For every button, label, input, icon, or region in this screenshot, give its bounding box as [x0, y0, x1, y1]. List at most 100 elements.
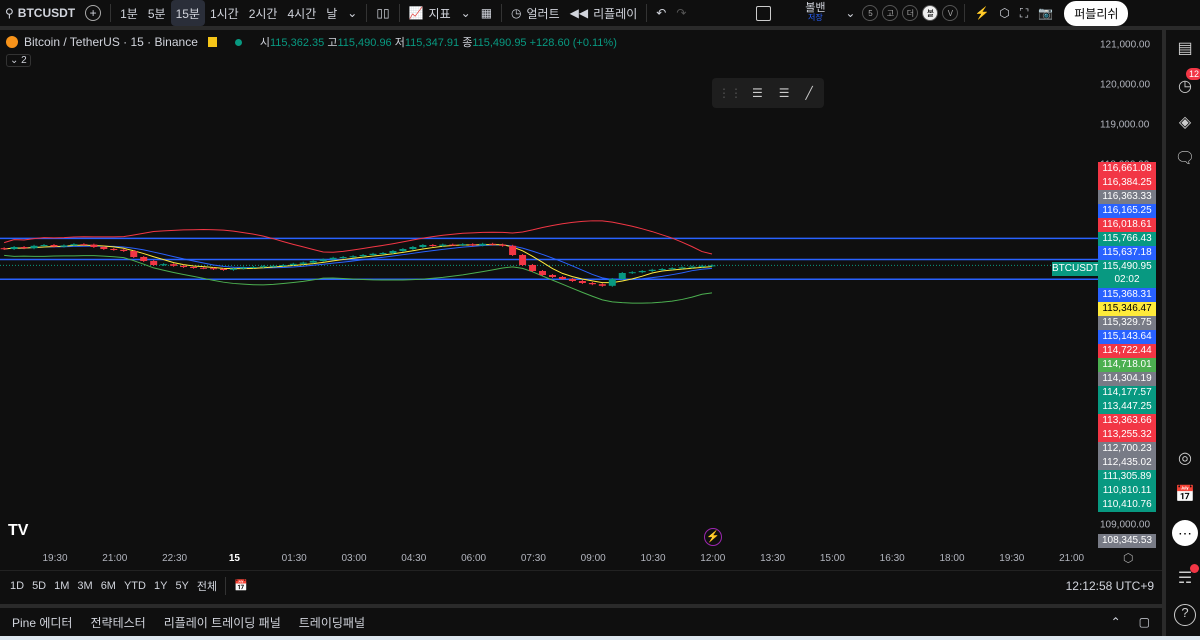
- tab-strategy-tester[interactable]: 전략테스터: [84, 609, 157, 635]
- clock[interactable]: 12:12:58 UTC+9: [1066, 579, 1154, 593]
- candle-body: [519, 255, 527, 265]
- interval-day[interactable]: 날: [321, 0, 342, 26]
- range-6m[interactable]: 6M: [97, 573, 120, 599]
- interval-15m[interactable]: 15분: [170, 0, 205, 26]
- lightning-icon[interactable]: ⚡: [704, 528, 722, 546]
- drag-handle-icon[interactable]: ⋮⋮: [718, 86, 742, 100]
- tab-pine-editor[interactable]: Pine 에디터: [6, 609, 84, 635]
- candle-body: [80, 244, 88, 246]
- lightning-search-icon: ⚡: [974, 6, 990, 20]
- time-tick: 19:30: [42, 553, 68, 564]
- indicators-button[interactable]: 📈 지표: [404, 0, 456, 26]
- last-price-badge: 108,345.53: [1098, 534, 1156, 548]
- range-1y[interactable]: 1Y: [150, 573, 171, 599]
- price-badge: 115,329.75: [1098, 316, 1156, 330]
- range-ytd[interactable]: YTD: [120, 573, 150, 599]
- candle-body: [289, 263, 297, 265]
- settings-button[interactable]: ⬡: [994, 0, 1014, 26]
- symbol-search[interactable]: ⚲ BTCUSDT: [0, 0, 80, 26]
- time-tick: 07:30: [520, 553, 546, 564]
- fib-tool-icon[interactable]: ☰: [752, 86, 763, 100]
- time-tick: 21:00: [1059, 553, 1085, 564]
- snapshot-button[interactable]: 📷: [1033, 0, 1058, 26]
- layout-button[interactable]: [751, 0, 776, 26]
- maximize-panel-button[interactable]: ▢: [1133, 609, 1162, 635]
- price-tick: 120,000.00: [1100, 79, 1151, 91]
- quick-v[interactable]: V: [942, 5, 959, 21]
- quick-5[interactable]: 5: [862, 5, 879, 21]
- layout-name[interactable]: 볼밴 저장: [790, 0, 840, 26]
- candle-body: [50, 245, 58, 247]
- redo-button[interactable]: ↷: [671, 0, 691, 26]
- quick-bol[interactable]: 볼: [922, 5, 939, 21]
- fib-tool-2-icon[interactable]: ☰: [779, 86, 790, 100]
- candle-body: [598, 284, 606, 286]
- alerts-count-badge: 12: [1186, 68, 1200, 80]
- candle-body: [210, 268, 217, 270]
- candle-body: [698, 265, 706, 267]
- candle-body: [688, 266, 696, 268]
- time-tick: 15: [228, 553, 240, 564]
- alarm-icon: ◷: [511, 6, 522, 20]
- range-all[interactable]: 전체: [193, 573, 221, 599]
- interval-2h[interactable]: 2시간: [244, 0, 283, 26]
- layers-icon[interactable]: ◈: [1174, 112, 1196, 134]
- candle-body: [489, 243, 497, 245]
- tab-trading-panel[interactable]: 트레이딩패널: [293, 609, 377, 635]
- compare-button[interactable]: +: [80, 0, 106, 26]
- replay-button[interactable]: ◀◀ 리플레이: [565, 0, 643, 26]
- templates-button[interactable]: ▦: [476, 0, 497, 26]
- range-3m[interactable]: 3M: [73, 573, 96, 599]
- publish-button[interactable]: 퍼블리쉬: [1064, 0, 1129, 26]
- help-icon[interactable]: ?: [1174, 604, 1196, 626]
- price-badge: 110,810.11: [1098, 484, 1156, 498]
- indicators-collapse-button[interactable]: ⌄ 2: [6, 54, 31, 67]
- candle-body: [60, 245, 68, 247]
- flag-icon[interactable]: [207, 37, 217, 47]
- candle-body: [339, 257, 347, 258]
- candle-body: [608, 279, 616, 286]
- alert-button[interactable]: ◷ 얼러트: [506, 0, 565, 26]
- expand-panel-button[interactable]: ⌃: [1105, 609, 1133, 635]
- time-tick: 09:00: [580, 553, 606, 564]
- candle-body: [100, 247, 108, 249]
- interval-5m[interactable]: 5분: [143, 0, 171, 26]
- quick-deo[interactable]: 더: [902, 5, 919, 21]
- range-5y[interactable]: 5Y: [171, 573, 192, 599]
- range-1d[interactable]: 1D: [6, 573, 28, 599]
- quick-go[interactable]: 고: [882, 5, 899, 21]
- candle-body: [190, 267, 198, 268]
- symbol-title[interactable]: Bitcoin / TetherUS · 15 · Binance: [24, 35, 198, 49]
- range-5d[interactable]: 5D: [28, 573, 50, 599]
- alerts-clock-icon[interactable]: ◷ 12: [1174, 68, 1200, 98]
- broadcast-icon[interactable]: ☴: [1174, 564, 1199, 590]
- layout-dropdown[interactable]: ⌄: [840, 0, 860, 26]
- interval-1m[interactable]: 1분: [115, 0, 143, 26]
- indicators-dropdown[interactable]: ⌄: [456, 0, 476, 26]
- price-badge: 116,018.61: [1098, 218, 1156, 232]
- goto-date-button[interactable]: 📅: [230, 573, 252, 599]
- candle-body: [658, 269, 666, 270]
- market-open-dot: [234, 38, 242, 46]
- range-1m[interactable]: 1M: [50, 573, 73, 599]
- target-icon[interactable]: ◎: [1174, 448, 1196, 470]
- price-chart[interactable]: [0, 30, 1162, 570]
- trendline-icon[interactable]: ╱: [806, 86, 813, 100]
- time-tick: 12:00: [700, 553, 726, 564]
- apps-grid-icon[interactable]: ⋯: [1172, 520, 1198, 546]
- candle-body: [239, 267, 247, 269]
- tab-replay-trading-panel[interactable]: 리플레이 트레이딩 패널: [158, 609, 293, 635]
- watchlist-icon[interactable]: ▤: [1174, 38, 1196, 60]
- candle-body: [509, 245, 517, 255]
- interval-4h[interactable]: 4시간: [282, 0, 321, 26]
- interval-1h[interactable]: 1시간: [205, 0, 244, 26]
- calendar-icon[interactable]: 📅: [1174, 484, 1196, 506]
- chat-icon[interactable]: 🗨: [1174, 148, 1196, 170]
- interval-dropdown[interactable]: ⌄: [342, 0, 362, 26]
- undo-button[interactable]: ↶: [651, 0, 671, 26]
- quick-search-button[interactable]: ⚡: [969, 0, 994, 26]
- fullscreen-button[interactable]: ⛶: [1015, 0, 1033, 26]
- candle-body: [200, 267, 208, 269]
- chart-type-button[interactable]: ▯▯: [371, 0, 394, 26]
- time-axis-settings-icon[interactable]: ⬡: [1123, 551, 1133, 565]
